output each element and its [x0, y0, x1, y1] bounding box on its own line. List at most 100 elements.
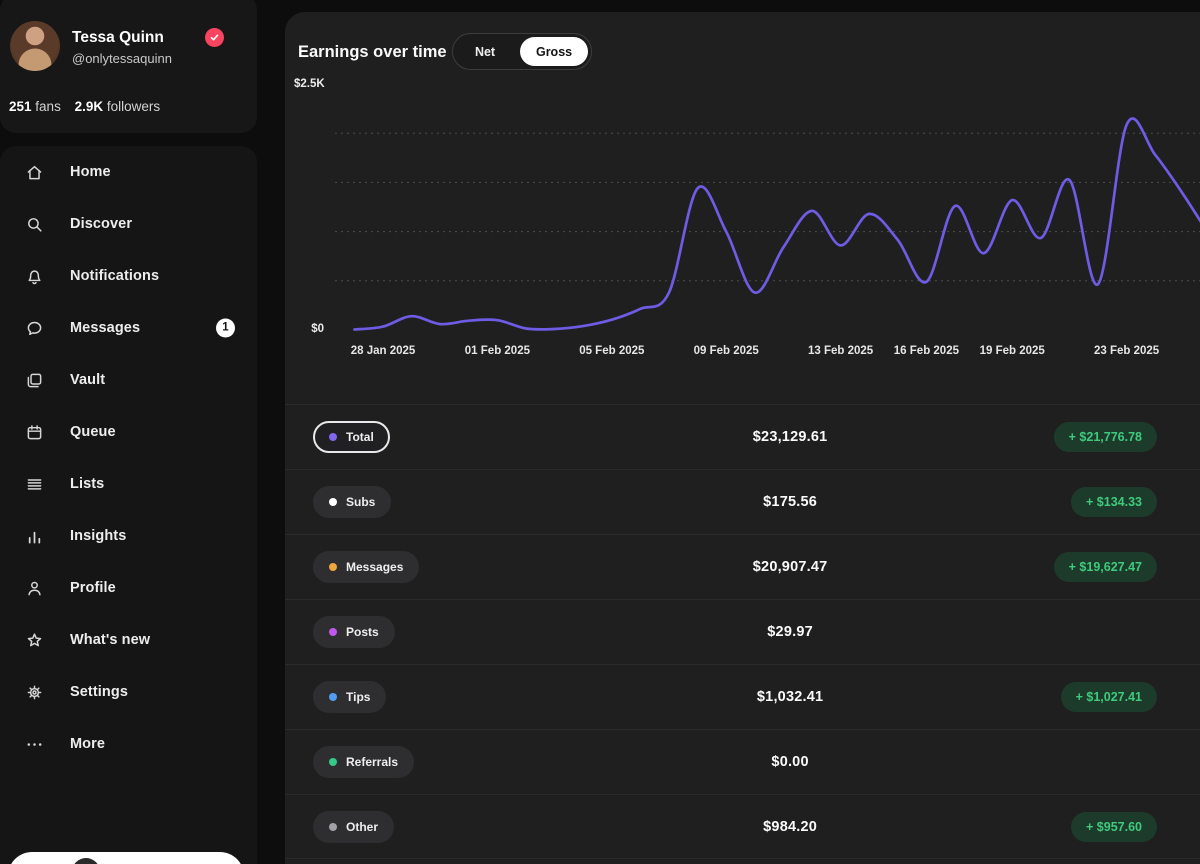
sidebar-item-label: Discover: [70, 216, 132, 232]
net-gross-toggle: Net Gross: [452, 33, 592, 70]
sidebar-item-label: Vault: [70, 372, 105, 388]
series-label: Messages: [346, 560, 403, 574]
gridlines: [335, 133, 1200, 281]
earnings-value: $23,129.61: [753, 429, 828, 445]
unread-count-badge: 1: [216, 319, 235, 338]
lists-icon: [24, 474, 45, 495]
x-tick-label: 16 Feb 2025: [894, 345, 959, 357]
vault-icon: [24, 370, 45, 391]
sidebar-item-discover[interactable]: Discover: [0, 198, 257, 250]
toggle-net-button[interactable]: Net: [453, 34, 517, 69]
followers-count: 2.9K: [75, 99, 104, 114]
earnings-value: $0.00: [771, 754, 808, 770]
x-tick-label: 09 Feb 2025: [694, 345, 759, 357]
earnings-value: $20,907.47: [753, 559, 828, 575]
earnings-row-referrals: Referrals $0.00: [285, 729, 1200, 794]
profile-handle: @onlytessaquinn: [72, 51, 172, 66]
new-post-avatar-icon: [72, 858, 100, 864]
series-label: Other: [346, 820, 378, 834]
series-pill[interactable]: Other: [313, 811, 394, 843]
new-post-button[interactable]: [8, 852, 244, 864]
sidebar-item-home[interactable]: Home: [0, 146, 257, 198]
series-dot-icon: [329, 823, 337, 831]
sidebar-item-label: Messages: [70, 320, 140, 336]
more-icon: [24, 734, 45, 755]
series-dot-icon: [329, 433, 337, 441]
sidebar-item-messages[interactable]: Messages 1: [0, 302, 257, 354]
insights-icon: [24, 526, 45, 547]
bell-icon: [24, 266, 45, 287]
nav-list: Home Discover Notifications Messages 1 V…: [0, 146, 257, 770]
earnings-value: $29.97: [767, 624, 813, 640]
star-icon: [24, 630, 45, 651]
sidebar-item-settings[interactable]: Settings: [0, 666, 257, 718]
sidebar-item-queue[interactable]: Queue: [0, 406, 257, 458]
series-label: Subs: [346, 495, 375, 509]
earnings-panel: Earnings over time Net Gross $2.5K $0 28…: [285, 12, 1200, 864]
series-pill[interactable]: Subs: [313, 486, 391, 518]
sidebar-item-profile[interactable]: Profile: [0, 562, 257, 614]
series-dot-icon: [329, 758, 337, 766]
home-icon: [24, 162, 45, 183]
profile-icon: [24, 578, 45, 599]
chat-icon: [24, 318, 45, 339]
series-label: Posts: [346, 625, 379, 639]
sidebar-item-insights[interactable]: Insights: [0, 510, 257, 562]
earnings-delta-badge: + $134.33: [1071, 487, 1157, 517]
earnings-row-posts: Posts $29.97: [285, 599, 1200, 664]
earnings-value: $175.56: [763, 494, 817, 510]
sidebar-item-notifications[interactable]: Notifications: [0, 250, 257, 302]
fans-label: fans: [35, 99, 61, 114]
sidebar-item-vault[interactable]: Vault: [0, 354, 257, 406]
gear-icon: [24, 682, 45, 703]
queue-icon: [24, 422, 45, 443]
sidebar-item-lists[interactable]: Lists: [0, 458, 257, 510]
earnings-row-other: Other $984.20 + $957.60: [285, 794, 1200, 859]
sidebar-item-label: Notifications: [70, 268, 159, 284]
series-label: Total: [346, 430, 374, 444]
toggle-gross-button[interactable]: Gross: [520, 37, 588, 66]
sidebar-item-label: Profile: [70, 580, 116, 596]
avatar[interactable]: [10, 21, 60, 71]
sidebar-item-label: Queue: [70, 424, 116, 440]
series-pill[interactable]: Posts: [313, 616, 395, 648]
earnings-row-subs: Subs $175.56 + $134.33: [285, 469, 1200, 534]
sidebar-item-label: Home: [70, 164, 111, 180]
sidebar-item-label: More: [70, 736, 105, 752]
earnings-value: $1,032.41: [757, 689, 823, 705]
fans-count: 251: [9, 99, 32, 114]
chart-canvas: [285, 95, 1200, 357]
x-tick-label: 05 Feb 2025: [579, 345, 644, 357]
series-dot-icon: [329, 628, 337, 636]
sidebar-item-label: What's new: [70, 632, 150, 648]
profile-card[interactable]: Tessa Quinn @onlytessaquinn 251 fans 2.9…: [0, 0, 257, 133]
verified-badge-icon: [205, 28, 224, 47]
x-tick-label: 13 Feb 2025: [808, 345, 873, 357]
series-dot-icon: [329, 563, 337, 571]
series-pill[interactable]: Referrals: [313, 746, 414, 778]
sidebar-item-what-s-new[interactable]: What's new: [0, 614, 257, 666]
earnings-row-total: Total $23,129.61 + $21,776.78: [285, 404, 1200, 469]
earnings-delta-badge: + $21,776.78: [1054, 422, 1157, 452]
x-tick-label: 28 Jan 2025: [351, 345, 416, 357]
earnings-row-tips: Tips $1,032.41 + $1,027.41: [285, 664, 1200, 729]
sidebar-item-more[interactable]: More: [0, 718, 257, 770]
x-tick-label: 23 Feb 2025: [1094, 345, 1159, 357]
series-dot-icon: [329, 498, 337, 506]
sidebar: Tessa Quinn @onlytessaquinn 251 fans 2.9…: [0, 0, 258, 864]
x-tick-label: 19 Feb 2025: [980, 345, 1045, 357]
chart-title: Earnings over time: [298, 43, 447, 62]
earnings-delta-badge: + $957.60: [1071, 812, 1157, 842]
profile-name: Tessa Quinn: [72, 29, 164, 47]
series-pill[interactable]: Messages: [313, 551, 419, 583]
series-pill[interactable]: Total: [313, 421, 390, 453]
profile-stats: 251 fans 2.9K followers: [9, 99, 160, 114]
followers-label: followers: [107, 99, 160, 114]
sidebar-item-label: Settings: [70, 684, 128, 700]
earnings-summary-table: Total $23,129.61 + $21,776.78 Subs $175.…: [285, 404, 1200, 859]
y-axis-max-label: $2.5K: [294, 78, 325, 90]
sidebar-item-label: Insights: [70, 528, 126, 544]
search-icon: [24, 214, 45, 235]
series-pill[interactable]: Tips: [313, 681, 386, 713]
earnings-delta-badge: + $1,027.41: [1061, 682, 1157, 712]
